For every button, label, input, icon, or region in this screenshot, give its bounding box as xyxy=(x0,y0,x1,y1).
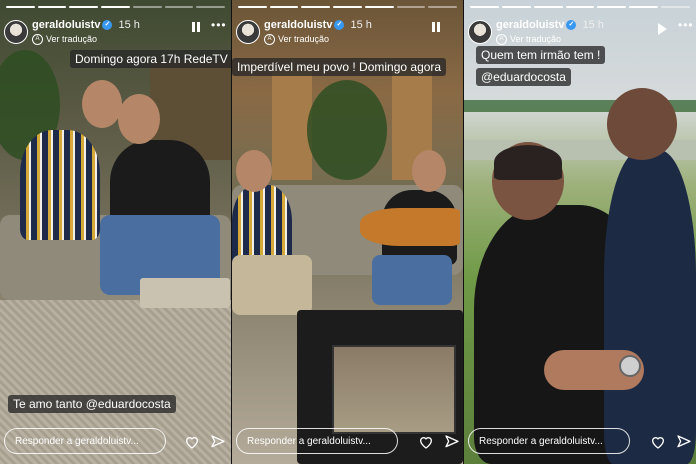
translate-label: Ver tradução xyxy=(46,34,98,44)
heart-icon[interactable] xyxy=(418,434,434,450)
hair xyxy=(494,145,562,180)
person-left-head xyxy=(82,80,122,128)
translate-icon: A xyxy=(496,34,507,46)
reply-input[interactable]: Responder a geraldoluistv... xyxy=(236,428,398,454)
more-options-icon[interactable]: ••• xyxy=(211,18,227,32)
more-options-icon[interactable]: ••• xyxy=(678,18,694,32)
story-panel-3[interactable]: geraldoluistv ✓ 15 h A Ver tradução ••• Que… xyxy=(464,0,696,464)
story-caption-mention[interactable]: Te amo tanto @eduardocosta xyxy=(8,395,176,413)
shorts xyxy=(232,255,312,315)
send-icon[interactable] xyxy=(444,434,460,450)
translate-button[interactable]: A Ver tradução xyxy=(264,34,330,46)
username-link[interactable]: geraldoluistv ✓ 15 h xyxy=(496,19,604,31)
story-progress-bar xyxy=(6,6,226,8)
person-right-shirt xyxy=(604,150,696,464)
story-header: geraldoluistv ✓ 15 h A Ver tradução ••• xyxy=(4,16,227,50)
person-right-head xyxy=(118,94,160,144)
translate-button[interactable]: A Ver tradução xyxy=(32,34,98,46)
send-icon[interactable] xyxy=(676,434,692,450)
verified-badge-icon: ✓ xyxy=(566,20,577,31)
username[interactable]: geraldoluistv xyxy=(32,19,100,31)
story-header: geraldoluistv ✓ 15 h A Ver tradução xyxy=(236,16,459,50)
wood-column xyxy=(272,70,312,180)
story-panel-1[interactable]: geraldoluistv ✓ 15 h A Ver tradução ••• Dom… xyxy=(0,0,231,464)
person-left-shirt xyxy=(20,130,100,240)
heart-icon[interactable] xyxy=(184,434,200,450)
pause-icon[interactable] xyxy=(192,22,200,32)
post-time: 15 h xyxy=(582,19,604,31)
username[interactable]: geraldoluistv xyxy=(496,19,564,31)
pause-icon[interactable] xyxy=(432,22,440,32)
person-right-head xyxy=(412,150,446,192)
story-caption-mention[interactable]: @eduardocosta xyxy=(476,68,571,86)
translate-icon: A xyxy=(32,34,43,46)
jeans xyxy=(372,255,452,305)
avatar[interactable] xyxy=(468,20,492,44)
post-time: 15 h xyxy=(118,19,140,31)
reply-input[interactable]: Responder a geraldoluistv... xyxy=(4,428,166,454)
story-panel-2[interactable]: geraldoluistv ✓ 15 h A Ver tradução Imperdí… xyxy=(232,0,463,464)
avatar[interactable] xyxy=(4,20,28,44)
play-icon[interactable] xyxy=(658,23,667,35)
translate-icon: A xyxy=(264,34,275,46)
story-progress-bar xyxy=(238,6,458,8)
translate-button[interactable]: A Ver tradução xyxy=(496,34,562,46)
guitar xyxy=(360,208,460,246)
story-caption: Imperdível meu povo ! Domingo agora xyxy=(232,58,447,76)
username-link[interactable]: geraldoluistv ✓ 15 h xyxy=(32,19,140,31)
story-header: geraldoluistv ✓ 15 h A Ver tradução ••• xyxy=(468,16,694,50)
reply-input[interactable]: Responder a geraldoluistv... xyxy=(468,428,630,454)
camera-monitor-screen xyxy=(332,345,456,434)
username-link[interactable]: geraldoluistv ✓ 15 h xyxy=(264,19,372,31)
side-table xyxy=(140,278,230,308)
username[interactable]: geraldoluistv xyxy=(264,19,332,31)
story-caption: Quem tem irmão tem ! xyxy=(476,46,606,64)
translate-label: Ver tradução xyxy=(510,34,562,44)
translate-label: Ver tradução xyxy=(278,34,330,44)
plant-background xyxy=(307,80,387,180)
avatar[interactable] xyxy=(236,20,260,44)
verified-badge-icon: ✓ xyxy=(334,20,345,31)
send-icon[interactable] xyxy=(210,434,226,450)
person-right-head xyxy=(607,88,677,160)
person-left-head xyxy=(236,150,272,192)
post-time: 15 h xyxy=(350,19,372,31)
story-progress-bar xyxy=(470,6,691,8)
heart-icon[interactable] xyxy=(650,434,666,450)
verified-badge-icon: ✓ xyxy=(102,20,113,31)
story-caption: Domingo agora 17h RedeTV xyxy=(70,50,231,68)
wristwatch xyxy=(619,355,641,377)
